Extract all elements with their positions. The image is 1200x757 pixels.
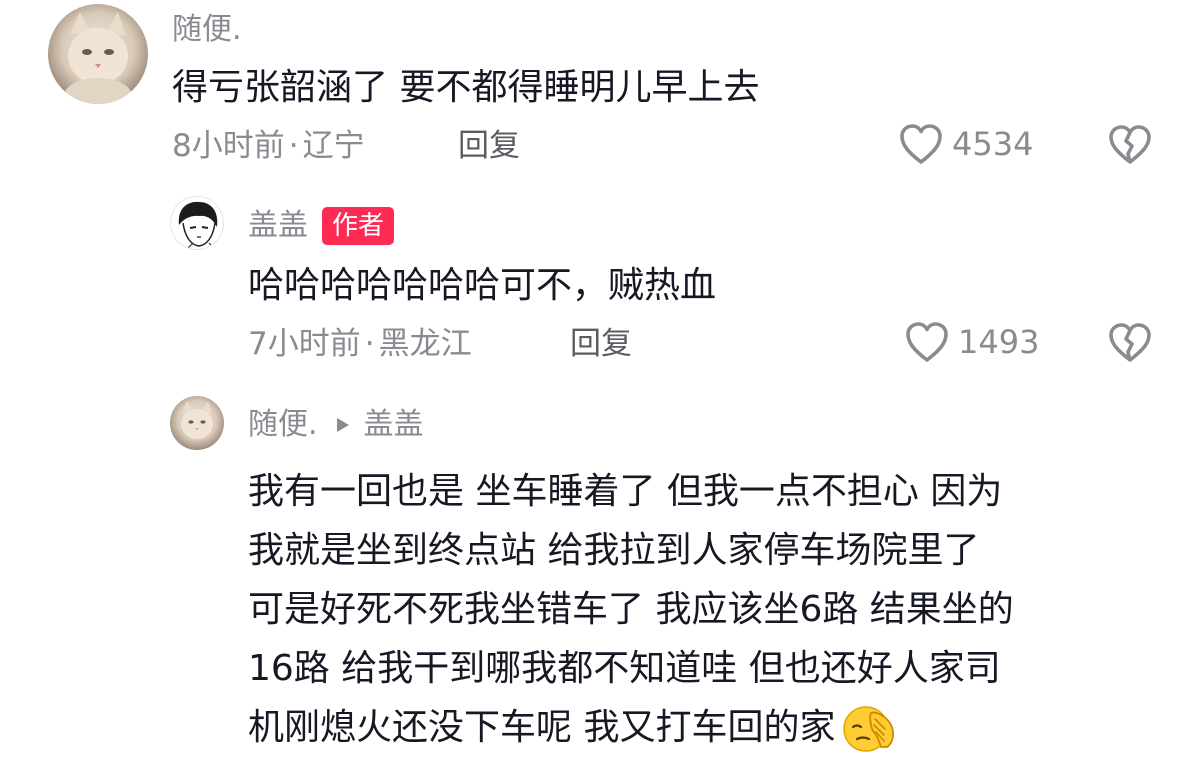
comment-text-line: 可是好死不死我坐错车了 我应该坐6路 结果坐的 <box>248 589 1014 630</box>
comment-last-line: 机刚熄火还没下车呢 我又打车回的家 <box>248 698 1014 757</box>
reply-button[interactable]: 回复 <box>458 128 520 164</box>
like-button[interactable]: 1493 <box>904 320 1039 364</box>
avatar[interactable] <box>170 396 224 450</box>
comment-author[interactable]: 盖盖 <box>248 208 308 244</box>
meta-separator: · <box>288 128 299 164</box>
avatar[interactable] <box>48 4 148 104</box>
broken-heart-icon[interactable] <box>1106 124 1154 166</box>
comment-text-line: 机刚熄火还没下车呢 我又打车回的家 <box>248 707 836 748</box>
meta-separator: · <box>364 326 375 362</box>
comment-meta: 7小时前 · 黑龙江 <box>248 326 472 362</box>
heart-outline-icon[interactable] <box>898 122 944 166</box>
comment-header: 盖盖 作者 <box>248 207 395 245</box>
comment-text: 哈哈哈哈哈哈哈可不，贼热血 <box>248 265 717 306</box>
comment-text: 得亏张韶涵了 要不都得睡明儿早上去 <box>172 67 760 108</box>
comment-header: 随便. 盖盖 <box>248 407 424 443</box>
avatar[interactable] <box>170 196 224 250</box>
like-count: 1493 <box>958 323 1040 361</box>
triangle-right-icon <box>336 417 350 433</box>
reply-button[interactable]: 回复 <box>570 326 632 362</box>
comment-author[interactable]: 随便. <box>248 407 318 443</box>
like-button[interactable]: 4534 <box>898 122 1033 166</box>
comment-location: 辽宁 <box>302 128 365 164</box>
comment-text-line: 我就是坐到终点站 给我拉到人家停车场院里了 <box>248 530 980 571</box>
comment-text: 我有一回也是 坐车睡着了 但我一点不担心 因为 我就是坐到终点站 给我拉到人家停… <box>248 462 1014 757</box>
comment-time: 8小时前 <box>172 128 285 164</box>
comment-text-line: 我有一回也是 坐车睡着了 但我一点不担心 因为 <box>248 471 1003 512</box>
reply-to-author[interactable]: 盖盖 <box>364 407 424 443</box>
comment-meta: 8小时前 · 辽宁 <box>172 128 365 164</box>
heart-outline-icon[interactable] <box>904 320 950 364</box>
comment-text-line: 16路 给我干到哪我都不知道哇 但也还好人家司 <box>248 648 1001 689</box>
comment-time: 7小时前 <box>248 326 361 362</box>
broken-heart-icon[interactable] <box>1106 322 1154 364</box>
comment-location: 黑龙江 <box>378 326 472 362</box>
like-count: 4534 <box>952 125 1034 163</box>
author-badge: 作者 <box>322 207 395 245</box>
facepalm-emoji <box>841 703 899 753</box>
comment-author[interactable]: 随便. <box>172 12 242 48</box>
